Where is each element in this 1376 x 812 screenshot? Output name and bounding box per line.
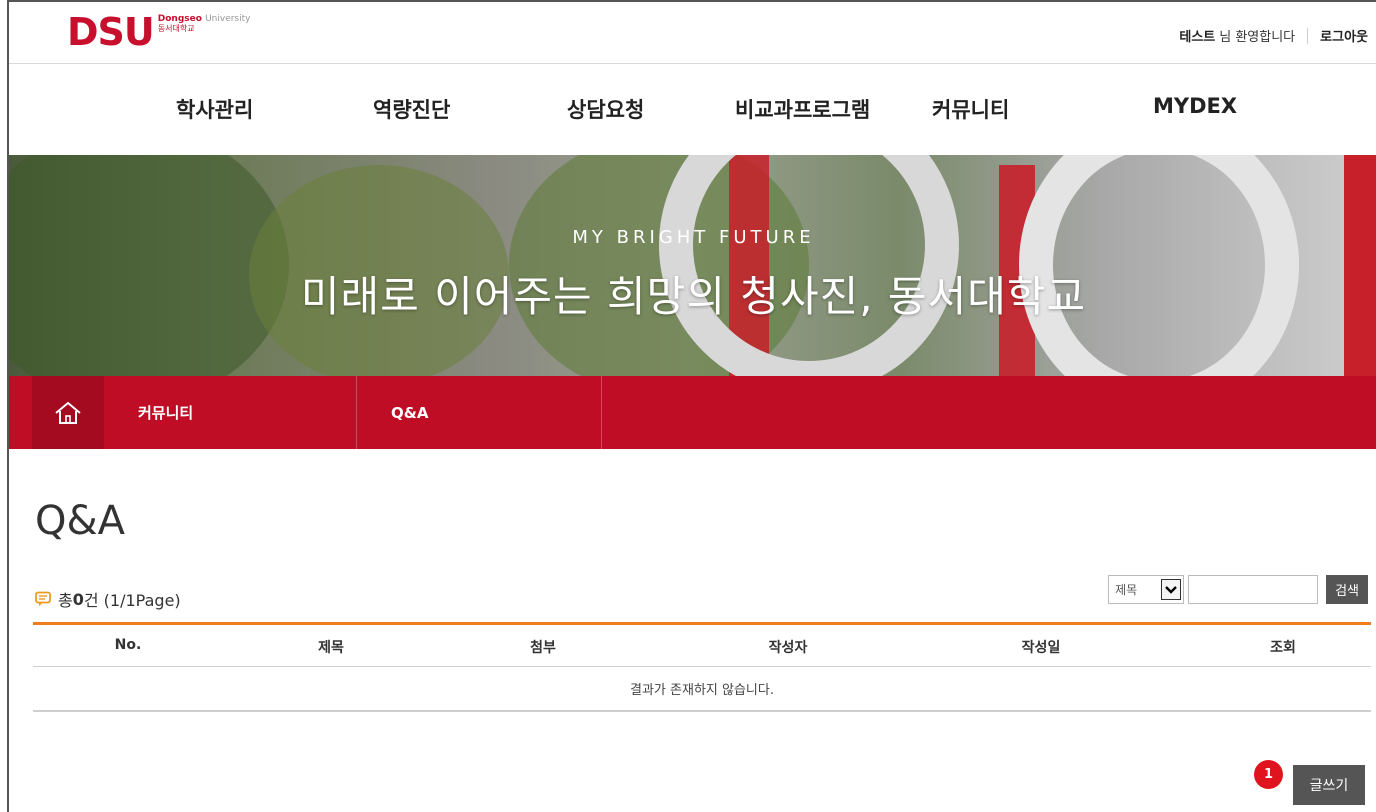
logo-en-bold: Dongseo [157,14,202,24]
dsu-logo[interactable]: DSU Dongseo University 동서대학교 [67,12,250,52]
nav-item-mydex[interactable]: MYDEX [1153,94,1237,118]
qna-table: No. 제목 첨부 작성자 작성일 조회 결과가 존재하지 않습니다. [33,622,1371,712]
search-button[interactable]: 검색 [1326,575,1368,604]
nav-item-academic[interactable]: 학사관리 [176,94,253,124]
write-button[interactable]: 글쓰기 [1293,765,1365,805]
hero-banner: MY BRIGHT FUTURE 미래로 이어주는 희망의 청사진, 동서대학교 [9,155,1376,377]
top-bar: DSU Dongseo University 동서대학교 테스트 님 환영합니다… [9,2,1376,64]
welcome-text: 님 환영합니다 [1219,30,1296,45]
search-field-select[interactable]: 제목 [1108,575,1185,604]
main-nav: 학사관리 역량진단 상담요청 비교과프로그램 커뮤니티 MYDEX [9,64,1376,156]
breadcrumb: 커뮤니티 Q&A [9,376,1376,449]
user-area: 테스트 님 환영합니다 로그아웃 [1179,26,1368,45]
logo-en-light: University [205,14,251,24]
logo-en: Dongseo University [158,14,251,24]
logout-link[interactable]: 로그아웃 [1320,26,1368,45]
column-header-date: 작성일 [1021,640,1061,656]
home-icon [55,401,81,424]
nav-item-extracurricular[interactable]: 비교과프로그램 [735,94,870,124]
column-header-author: 작성자 [768,640,808,656]
select-value: 제목 [1115,583,1138,597]
nav-item-counseling[interactable]: 상담요청 [567,94,644,124]
column-header-views: 조회 [1270,640,1296,656]
speech-bubble-icon [35,591,51,606]
search-input[interactable] [1188,575,1319,604]
column-header-attachment: 첨부 [530,640,556,656]
breadcrumb-label: 커뮤니티 [138,404,194,422]
hero-slogan-en: MY BRIGHT FUTURE [572,227,815,248]
empty-message: 결과가 존재하지 않습니다. [33,667,1371,712]
count-suffix: 건 (1/1Page) [83,591,181,610]
breadcrumb-item-community[interactable]: 커뮤니티 [104,376,357,449]
logo-mark: DSU [67,10,155,54]
chevron-down-icon[interactable] [1161,579,1182,600]
count-prefix: 총 [58,591,73,610]
nav-item-community[interactable]: 커뮤니티 [932,94,1009,124]
search-bar: 제목 검색 [1108,575,1368,604]
page-title: Q&A [35,498,126,544]
home-button[interactable] [32,376,104,449]
result-count: 총 0 건 (1/1Page) [35,587,181,611]
user-name: 테스트 [1179,30,1216,45]
annotation-badge: 1 [1254,760,1283,789]
breadcrumb-item-qna[interactable]: Q&A [357,376,602,449]
hero-slogan-ko: 미래로 이어주는 희망의 청사진, 동서대학교 [300,272,1087,321]
column-header-no: No. [114,637,142,653]
logo-subtext: Dongseo University 동서대학교 [158,14,251,34]
page-frame: DSU Dongseo University 동서대학교 테스트 님 환영합니다… [7,0,1376,812]
logo-ko: 동서대학교 [157,24,195,33]
table-header: No. 제목 첨부 작성자 작성일 조회 [33,622,1371,667]
count-value: 0 [72,589,84,609]
nav-item-competency[interactable]: 역량진단 [373,94,450,124]
divider [1307,27,1309,44]
breadcrumb-label: Q&A [391,403,429,422]
column-header-title: 제목 [318,640,344,656]
